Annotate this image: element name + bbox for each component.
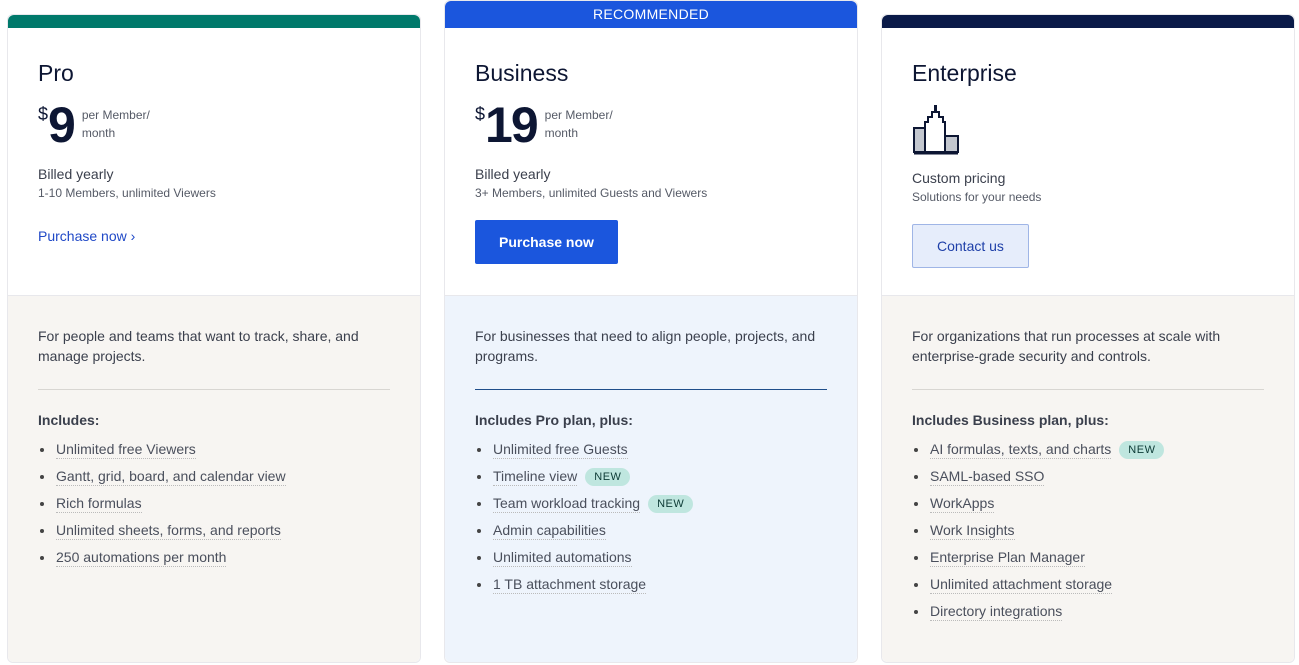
bullet-icon [914, 448, 918, 452]
divider [912, 389, 1264, 390]
bullet-icon [477, 556, 481, 560]
feature-text[interactable]: 250 automations per month [56, 549, 226, 567]
feature-text[interactable]: Gantt, grid, board, and calendar view [56, 468, 286, 486]
bullet-icon [477, 502, 481, 506]
plan-description: For businesses that need to align people… [475, 326, 827, 389]
currency: $ [475, 104, 485, 125]
bullet-icon [914, 502, 918, 506]
purchase-now-link[interactable]: Purchase now › [38, 228, 135, 244]
feature-item: 1 TB attachment storage [475, 571, 827, 598]
feature-text[interactable]: WorkApps [930, 495, 994, 513]
contact-us-button[interactable]: Contact us [912, 224, 1029, 268]
plan-subtitle: Solutions for your needs [912, 190, 1264, 204]
feature-text[interactable]: Unlimited free Viewers [56, 441, 196, 459]
bullet-icon [914, 529, 918, 533]
plan-accent-bar [8, 15, 420, 28]
feature-text[interactable]: AI formulas, texts, and charts [930, 441, 1111, 459]
plan-name: Enterprise [912, 60, 1264, 90]
feature-list: AI formulas, texts, and charts NEW SAML-ba… [912, 436, 1264, 625]
plan-card-pro: Pro $ 9 per Member/ month Billed yearly … [7, 14, 421, 663]
new-badge: NEW [648, 495, 693, 513]
feature-text[interactable]: Team workload tracking [493, 495, 640, 513]
plan-card-business: RECOMMENDED Business $ 19 per Member/ mo… [444, 0, 858, 663]
price-unit: per Member/ month [545, 106, 635, 142]
price-unit: per Member/ month [82, 106, 172, 142]
feature-text[interactable]: SAML-based SSO [930, 468, 1044, 486]
bullet-icon [914, 475, 918, 479]
new-badge: NEW [1119, 441, 1164, 459]
bullet-icon [914, 556, 918, 560]
divider [38, 389, 390, 390]
plan-seats: 1-10 Members, unlimited Viewers [38, 186, 390, 200]
bullet-icon [40, 529, 44, 533]
divider [475, 389, 827, 390]
building-icon [912, 104, 1264, 156]
plan-price: $ 9 per Member/ month [38, 102, 390, 152]
feature-text[interactable]: Rich formulas [56, 495, 142, 513]
chevron-right-icon: › [131, 228, 136, 244]
feature-item: WorkApps [912, 490, 1264, 517]
feature-item: 250 automations per month [38, 544, 390, 571]
feature-item: Work Insights [912, 517, 1264, 544]
feature-item: AI formulas, texts, and charts NEW [912, 436, 1264, 463]
bullet-icon [477, 529, 481, 533]
plan-card-enterprise: Enterprise Custom pricing Solutions for … [881, 14, 1295, 663]
feature-text[interactable]: Timeline view [493, 468, 577, 486]
feature-text[interactable]: Unlimited sheets, forms, and reports [56, 522, 281, 540]
feature-text[interactable]: Work Insights [930, 522, 1015, 540]
feature-item: Rich formulas [38, 490, 390, 517]
purchase-now-button[interactable]: Purchase now [475, 220, 618, 264]
bullet-icon [914, 583, 918, 587]
feature-item: Timeline view NEW [475, 463, 827, 490]
feature-item: Directory integrations [912, 598, 1264, 625]
feature-text[interactable]: 1 TB attachment storage [493, 576, 646, 594]
feature-text[interactable]: Unlimited attachment storage [930, 576, 1112, 594]
feature-text[interactable]: Unlimited automations [493, 549, 632, 567]
includes-heading: Includes Pro plan, plus: [475, 412, 827, 428]
bullet-icon [477, 448, 481, 452]
plan-description: For people and teams that want to track,… [38, 326, 390, 389]
bullet-icon [40, 502, 44, 506]
billing-period: Billed yearly [475, 166, 827, 182]
feature-list: Unlimited free Viewers Gantt, grid, board… [38, 436, 390, 571]
custom-pricing: Custom pricing [912, 170, 1264, 186]
feature-item: Unlimited free Viewers [38, 436, 390, 463]
feature-item: Unlimited free Guests [475, 436, 827, 463]
feature-list: Unlimited free GuestsTimeline viewNEWTea… [475, 436, 827, 598]
price-amount: 19 [485, 102, 537, 148]
bullet-icon [40, 556, 44, 560]
bullet-icon [914, 610, 918, 614]
bullet-icon [40, 448, 44, 452]
feature-item: Gantt, grid, board, and calendar view [38, 463, 390, 490]
feature-item: Unlimited sheets, forms, and reports [38, 517, 390, 544]
new-badge: NEW [585, 468, 630, 486]
plan-price: $ 19 per Member/ month [475, 102, 827, 152]
plan-name: Pro [38, 60, 390, 90]
feature-text[interactable]: Unlimited free Guests [493, 441, 628, 459]
plan-name: Business [475, 60, 827, 90]
feature-item: Unlimited attachment storage [912, 571, 1264, 598]
bullet-icon [477, 583, 481, 587]
feature-item: SAML-based SSO [912, 463, 1264, 490]
bullet-icon [477, 475, 481, 479]
billing-period: Billed yearly [38, 166, 390, 182]
recommended-badge: RECOMMENDED [445, 1, 857, 28]
purchase-label: Purchase now [38, 228, 127, 244]
feature-item: Team workload tracking NEW [475, 490, 827, 517]
feature-item: Unlimited automations [475, 544, 827, 571]
feature-text[interactable]: Directory integrations [930, 603, 1062, 621]
plan-description: For organizations that run processes at … [912, 326, 1264, 389]
bullet-icon [40, 475, 44, 479]
plan-accent-bar [882, 15, 1294, 28]
includes-heading: Includes: [38, 412, 390, 428]
feature-text[interactable]: Admin capabilities [493, 522, 606, 540]
includes-heading: Includes Business plan, plus: [912, 412, 1264, 428]
currency: $ [38, 104, 48, 125]
price-amount: 9 [48, 102, 74, 148]
feature-item: Admin capabilities [475, 517, 827, 544]
feature-item: Enterprise Plan Manager [912, 544, 1264, 571]
plan-seats: 3+ Members, unlimited Guests and Viewers [475, 186, 827, 200]
feature-text[interactable]: Enterprise Plan Manager [930, 549, 1085, 567]
